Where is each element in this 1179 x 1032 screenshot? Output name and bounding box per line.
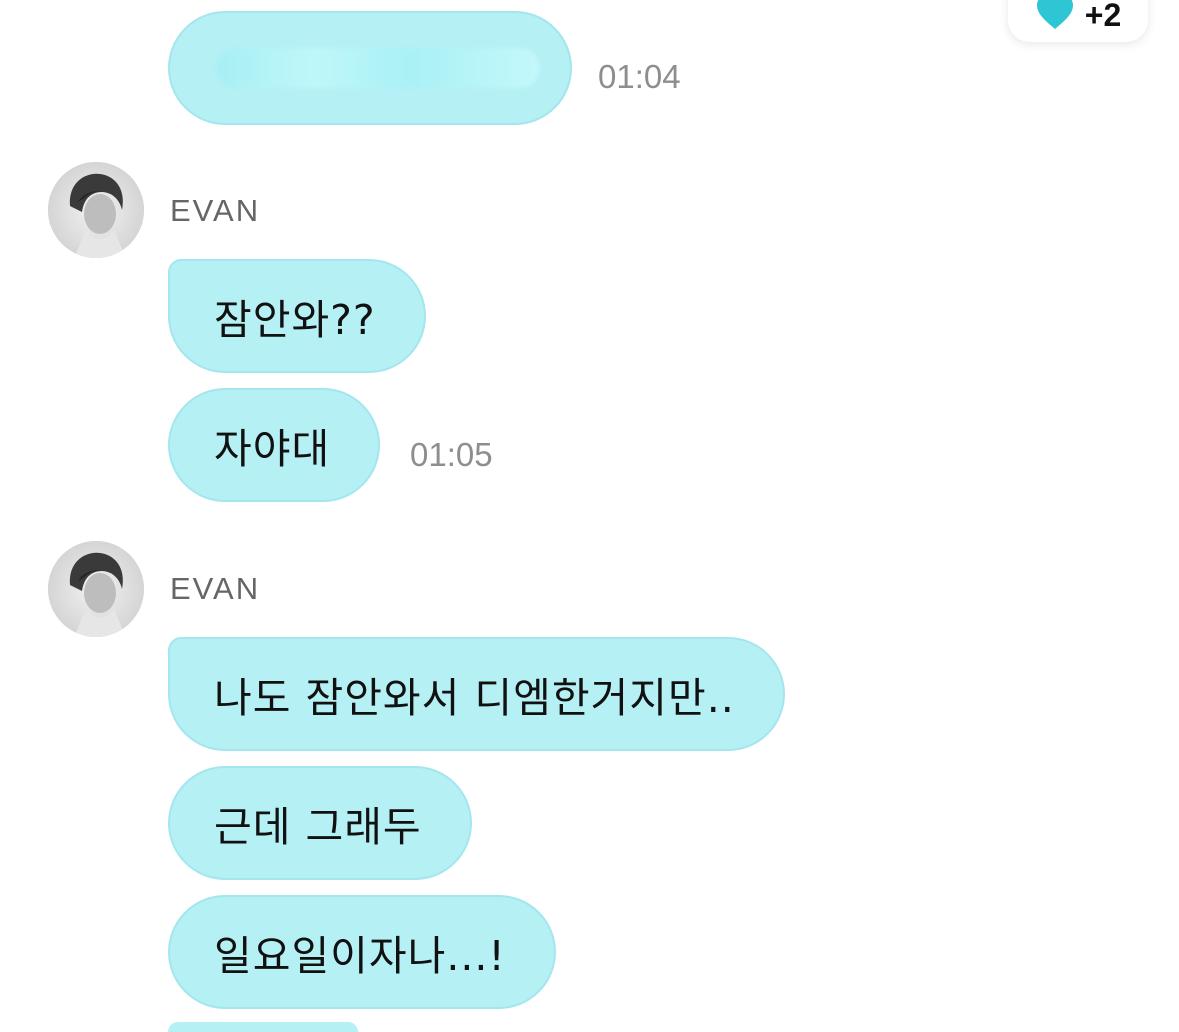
- redacted-text: [216, 48, 540, 88]
- message-text: 나도 잠안와서 디엠한거지만..: [214, 674, 735, 722]
- avatar[interactable]: [48, 541, 144, 637]
- heart-icon: [1035, 0, 1075, 35]
- message-text: 잠안와??: [214, 296, 376, 344]
- message-text: 근데 그래두: [214, 803, 422, 851]
- message-bubble[interactable]: 자야대: [168, 388, 381, 502]
- avatar[interactable]: [48, 162, 144, 258]
- message-text: 자야대: [214, 425, 331, 473]
- message-bubble[interactable]: 일요일이자나...!: [168, 895, 556, 1009]
- message-time: 01:04: [598, 58, 681, 95]
- reward-count: +2: [1084, 0, 1122, 33]
- sender-name: EVAN: [170, 571, 261, 606]
- sender-name: EVAN: [170, 193, 261, 228]
- message-text: 일요일이자나...!: [214, 932, 506, 980]
- message-bubble[interactable]: 나도 잠안와서 디엠한거지만..: [168, 637, 785, 751]
- message-bubble[interactable]: 잠안와??: [168, 259, 426, 373]
- message-bubble[interactable]: 근데 그래두: [168, 766, 472, 880]
- message-bubble-partial[interactable]: [168, 1022, 358, 1032]
- message-bubble-redacted[interactable]: [168, 11, 572, 125]
- message-time: 01:05: [410, 436, 493, 473]
- reward-badge[interactable]: +2: [1008, 0, 1148, 42]
